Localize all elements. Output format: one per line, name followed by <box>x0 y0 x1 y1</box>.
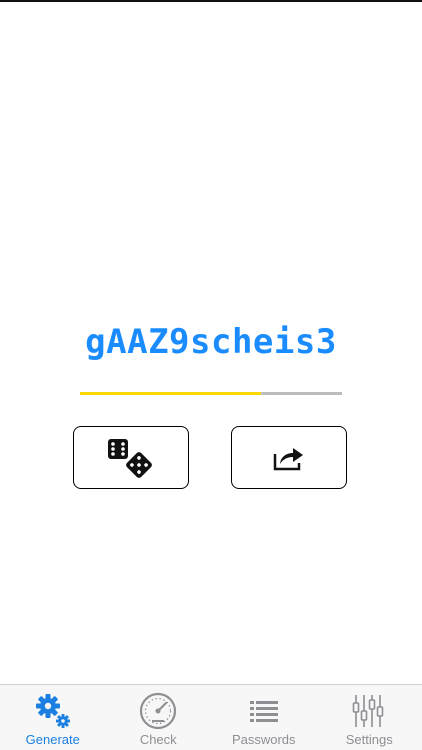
tab-label: Passwords <box>231 732 296 747</box>
tab-settings[interactable]: Settings <box>317 685 422 750</box>
list-icon <box>244 691 284 731</box>
share-button[interactable] <box>231 426 347 489</box>
strength-meter <box>80 392 342 395</box>
gears-icon <box>33 691 73 731</box>
tab-passwords[interactable]: Passwords <box>211 685 317 750</box>
sliders-icon <box>349 691 389 731</box>
generator-screen: gAAZ9scheis3 Generate Check Passwords Se… <box>0 0 422 750</box>
tab-label: Settings <box>345 732 393 747</box>
share-icon <box>273 447 303 470</box>
strength-meter-fill <box>80 392 261 395</box>
dice-icon <box>108 438 152 478</box>
tab-bar: Generate Check Passwords Settings <box>0 684 422 750</box>
generate-button[interactable] <box>73 426 189 489</box>
tab-label: Check <box>139 732 177 747</box>
speedometer-icon <box>138 691 178 731</box>
tab-generate[interactable]: Generate <box>0 685 106 750</box>
tab-label: Generate <box>25 732 80 747</box>
top-divider <box>0 0 422 2</box>
generated-password[interactable]: gAAZ9scheis3 <box>0 322 422 362</box>
tab-check[interactable]: Check <box>106 685 212 750</box>
